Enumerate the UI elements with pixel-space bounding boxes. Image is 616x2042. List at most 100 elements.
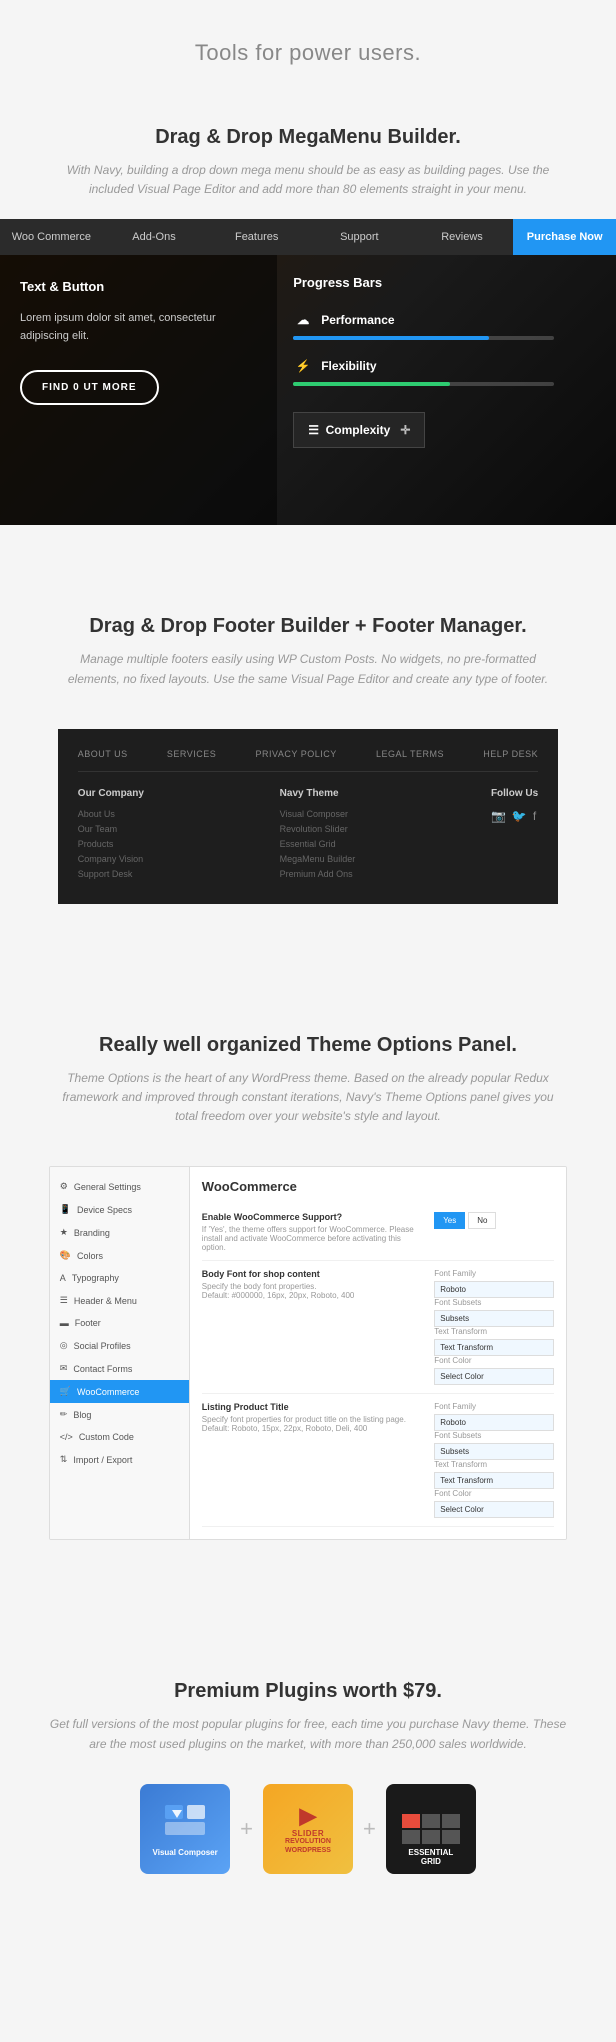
essential-label: ESSENTIALGRID	[408, 1848, 453, 1866]
flexibility-icon: ⚡	[293, 356, 313, 376]
font-color-select-1[interactable]: Select Color	[434, 1368, 554, 1385]
footer-columns: Our Company About Us Our Team Products C…	[78, 788, 538, 884]
footer-builder-section: Drag & Drop Footer Builder + Footer Mana…	[0, 575, 616, 708]
nav-item-support[interactable]: Support	[308, 219, 411, 255]
option-label-1: Enable WooCommerce Support?	[202, 1212, 424, 1222]
footer-link-premium[interactable]: Premium Add Ons	[280, 869, 356, 879]
sidebar-item-device[interactable]: 📱 Device Specs	[50, 1198, 189, 1221]
footer-link-vision[interactable]: Company Vision	[78, 854, 144, 864]
plugins-heading: Premium Plugins worth $79.	[40, 1680, 576, 1703]
complexity-box: ☰ Complexity ✛	[293, 412, 425, 448]
slider-logo: ▶	[300, 1803, 317, 1829]
plugins-row: Visual Composer + ▶ SLIDER REVOLUTION WO…	[40, 1784, 576, 1874]
nav-item-purchase[interactable]: Purchase Now	[513, 219, 616, 255]
footer-link-essential[interactable]: Essential Grid	[280, 839, 356, 849]
sidebar-item-social[interactable]: ◎ Social Profiles	[50, 1334, 189, 1357]
slider-name-top: SLIDER	[292, 1829, 324, 1838]
plugin-vc: Visual Composer	[140, 1784, 230, 1874]
option-desc-1: If 'Yes', the theme offers support for W…	[202, 1225, 424, 1252]
slider-name-bottom: REVOLUTION	[285, 1838, 331, 1845]
sidebar-item-contact[interactable]: ✉ Contact Forms	[50, 1357, 189, 1380]
find-out-more-button[interactable]: FIND 0 UT MoRE	[20, 370, 159, 405]
sidebar-item-blog[interactable]: ✏ Blog	[50, 1403, 189, 1426]
complexity-icon-left: ☰	[308, 423, 319, 437]
hero-section: Tools for power users.	[0, 0, 616, 96]
option-desc-3: Specify font properties for product titl…	[202, 1415, 424, 1424]
font-subsets-select-2[interactable]: Subsets	[434, 1443, 554, 1460]
code-icon: </>	[60, 1432, 73, 1442]
sidebar-item-woocommerce[interactable]: 🛒 WooCommerce	[50, 1380, 189, 1403]
sidebar-item-header[interactable]: ☰ Header & Menu	[50, 1289, 189, 1312]
nav-item-woocommerce[interactable]: Woo Commerce	[0, 219, 103, 255]
plus-sign-2: +	[363, 1816, 376, 1842]
header-icon: ☰	[60, 1295, 68, 1306]
sidebar-item-typography[interactable]: A Typography	[50, 1267, 189, 1289]
option-label-3: Listing Product Title	[202, 1402, 424, 1412]
twitter-icon[interactable]: 🐦	[512, 809, 527, 823]
footer-link-products[interactable]: Products	[78, 839, 144, 849]
performance-text: Performance	[321, 313, 394, 327]
sidebar-item-general[interactable]: ⚙ General Settings	[50, 1175, 189, 1198]
footer-link-about[interactable]: About Us	[78, 809, 144, 819]
demo-right: Progress Bars ☁ Performance ⚡ Flexibilit…	[277, 255, 616, 525]
progress-item-performance: ☁ Performance	[293, 310, 600, 340]
font-subsets-select-1[interactable]: Subsets	[434, 1310, 554, 1327]
performance-bar-bg	[293, 336, 554, 340]
nav-item-features[interactable]: Features	[205, 219, 308, 255]
demo-left-heading: Text & Button	[20, 279, 257, 294]
essential-grid-icon	[396, 1808, 466, 1850]
sidebar-item-colors[interactable]: 🎨 Colors	[50, 1244, 189, 1267]
footer-link-megamenu[interactable]: MegaMenu Builder	[280, 854, 356, 864]
vc-label: Visual Composer	[149, 1848, 222, 1857]
footer-link-support[interactable]: Support Desk	[78, 869, 144, 879]
option-control-col-3: Font Family Roboto Font Subsets Subsets …	[434, 1402, 554, 1518]
option-label-col-2: Body Font for shop content Specify the b…	[202, 1269, 424, 1300]
general-icon: ⚙	[60, 1181, 68, 1192]
woocommerce-icon: 🛒	[60, 1386, 71, 1397]
font-family-select-1[interactable]: Roboto	[434, 1281, 554, 1298]
nav-item-reviews[interactable]: Reviews	[411, 219, 514, 255]
megamenu-section: Drag & Drop MegaMenu Builder. With Navy,…	[0, 96, 616, 219]
megamenu-heading: Drag & Drop MegaMenu Builder.	[60, 126, 556, 149]
sidebar-item-footer[interactable]: ▬ Footer	[50, 1312, 189, 1334]
sidebar-item-import[interactable]: ⇅ Import / Export	[50, 1448, 189, 1471]
footer-nav-services: SERVICES	[167, 749, 216, 759]
option-label-col-3: Listing Product Title Specify font prope…	[202, 1402, 424, 1433]
typography-icon: A	[60, 1273, 66, 1283]
device-icon: 📱	[60, 1204, 71, 1215]
text-transform-select-1[interactable]: Text Transform	[434, 1339, 554, 1356]
footer-nav-help: HELP DESK	[483, 749, 538, 759]
demo-right-heading: Progress Bars	[293, 275, 600, 290]
text-transform-select-2[interactable]: Text Transform	[434, 1472, 554, 1489]
sidebar-item-branding[interactable]: ★ Branding	[50, 1221, 189, 1244]
font-subsets-label-2: Font Subsets	[434, 1431, 554, 1440]
nav-item-addons[interactable]: Add-Ons	[103, 219, 206, 255]
footer-link-team[interactable]: Our Team	[78, 824, 144, 834]
footer-col-company-heading: Our Company	[78, 788, 144, 799]
font-color-select-2[interactable]: Select Color	[434, 1501, 554, 1518]
progress-label-flexibility: ⚡ Flexibility	[293, 356, 600, 376]
text-transform-label-2: Text Transform	[434, 1460, 554, 1469]
footer-col-social: Follow Us 📷 🐦 f	[491, 788, 538, 884]
footer-link-revolution[interactable]: Revolution Slider	[280, 824, 356, 834]
spacer-2	[0, 944, 616, 994]
facebook-icon[interactable]: f	[533, 809, 536, 823]
plugin-essential: ESSENTIALGRID	[386, 1784, 476, 1874]
option-label-2: Body Font for shop content	[202, 1269, 424, 1279]
footer-builder-description: Manage multiple footers easily using WP …	[60, 650, 556, 688]
font-family-label-1: Font Family	[434, 1269, 554, 1278]
import-icon: ⇅	[60, 1454, 68, 1465]
option-label-col-1: Enable WooCommerce Support? If 'Yes', th…	[202, 1212, 424, 1252]
footer-link-vc[interactable]: Visual Composer	[280, 809, 356, 819]
footer-col-navy: Navy Theme Visual Composer Revolution Sl…	[280, 788, 356, 884]
plugins-section: Premium Plugins worth $79. Get full vers…	[0, 1640, 616, 1913]
options-sidebar: ⚙ General Settings 📱 Device Specs ★ Bran…	[50, 1167, 190, 1539]
toggle-no-button[interactable]: No	[468, 1212, 496, 1229]
toggle-yes-button[interactable]: Yes	[434, 1212, 465, 1229]
font-subsets-label-1: Font Subsets	[434, 1298, 554, 1307]
font-family-select-2[interactable]: Roboto	[434, 1414, 554, 1431]
flexibility-text: Flexibility	[321, 359, 376, 373]
megamenu-description: With Navy, building a drop down mega men…	[60, 161, 556, 199]
sidebar-item-custom-code[interactable]: </> Custom Code	[50, 1426, 189, 1448]
instagram-icon[interactable]: 📷	[491, 809, 506, 823]
